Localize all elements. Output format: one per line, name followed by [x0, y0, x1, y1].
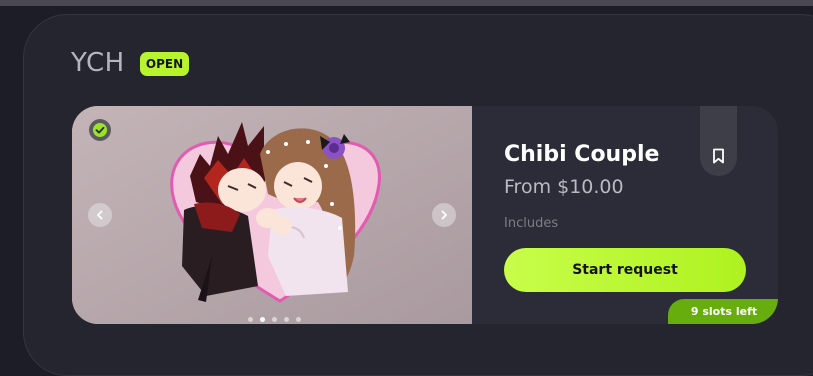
artwork-image	[72, 106, 472, 324]
carousel-dot[interactable]	[272, 317, 277, 322]
image-carousel[interactable]	[72, 106, 472, 324]
chevron-left-icon	[97, 210, 103, 220]
carousel-dot-active[interactable]	[260, 317, 265, 322]
card-price: From $10.00	[504, 176, 624, 198]
includes-label: Includes	[504, 216, 559, 231]
card-title: Chibi Couple	[504, 142, 660, 167]
bookmark-icon	[713, 148, 724, 164]
ych-card[interactable]: Chibi Couple From $10.00 Includes Start …	[72, 106, 778, 324]
bookmark-button[interactable]	[700, 106, 737, 176]
carousel-dot[interactable]	[296, 317, 301, 322]
chevron-right-icon	[441, 210, 447, 220]
carousel-next-button[interactable]	[432, 203, 456, 227]
carousel-dot[interactable]	[284, 317, 289, 322]
carousel-dot[interactable]	[248, 317, 253, 322]
card-info: Chibi Couple From $10.00 Includes Start …	[472, 106, 778, 324]
slots-left-badge: 9 slots left	[668, 299, 778, 324]
start-request-button[interactable]: Start request	[504, 248, 746, 292]
verified-check-icon	[89, 119, 111, 141]
top-bar	[0, 0, 813, 6]
status-badge: OPEN	[140, 52, 189, 76]
carousel-prev-button[interactable]	[88, 203, 112, 227]
section-title: YCH	[71, 48, 125, 78]
